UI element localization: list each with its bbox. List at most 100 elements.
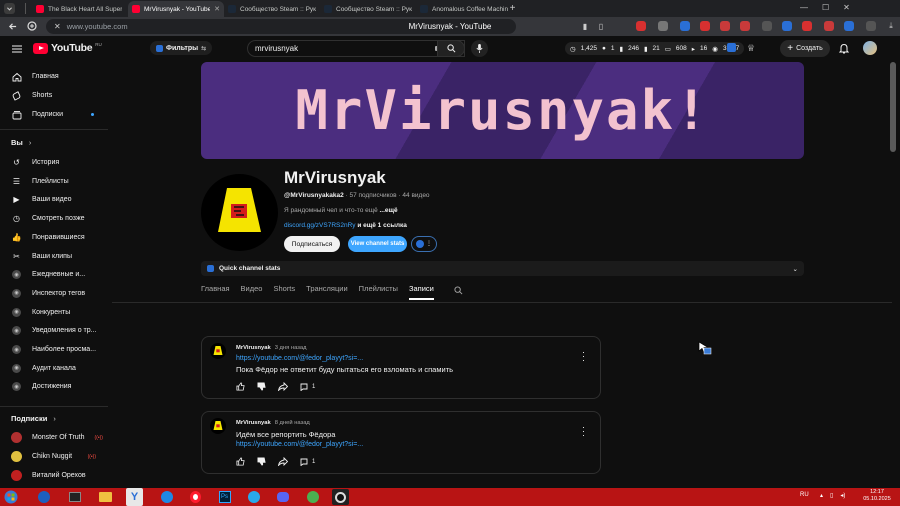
sidebar-item[interactable]: ◉ Аудит канала bbox=[0, 360, 108, 377]
channel-links[interactable]: discord.gg/zVS7RS2nRy и ещё 1 ссылка bbox=[284, 222, 407, 229]
close-tab-icon[interactable]: ✕ bbox=[214, 5, 220, 13]
sidebar-item[interactable]: ◉ Достижения bbox=[0, 378, 108, 395]
user-avatar[interactable] bbox=[863, 41, 877, 55]
post-link[interactable]: https://youtube.com/@fedor_playyt?si=... bbox=[236, 355, 363, 362]
browser-tab[interactable]: The Black Heart All Super bbox=[32, 1, 128, 17]
channel-link[interactable]: discord.gg/zVS7RS2nRy bbox=[284, 222, 356, 229]
sidebar-item-home[interactable]: Главная bbox=[0, 68, 108, 85]
media-player-icon[interactable] bbox=[35, 489, 52, 505]
extension-menu-button[interactable]: ⋮ bbox=[411, 236, 437, 252]
channel-tab[interactable]: Главная bbox=[201, 284, 230, 300]
utorrent-icon[interactable] bbox=[304, 489, 321, 505]
extension-icon[interactable] bbox=[740, 21, 750, 31]
browser-taskbar-icon[interactable]: Y bbox=[126, 488, 143, 506]
photoshop-icon[interactable]: Ps bbox=[216, 489, 233, 505]
edge-icon[interactable] bbox=[158, 489, 175, 505]
terminal-icon[interactable] bbox=[66, 489, 83, 505]
browser-tab[interactable]: Сообщество Steam :: Руко bbox=[320, 1, 416, 17]
share-icon[interactable] bbox=[278, 457, 288, 466]
sidebar-item-shorts[interactable]: Shorts bbox=[0, 87, 108, 104]
extension-icon[interactable] bbox=[658, 21, 668, 31]
extension-icon[interactable] bbox=[680, 21, 690, 31]
channel-tab[interactable]: Видео bbox=[241, 284, 263, 300]
sidebar-item[interactable]: ◉ Инспектор тегов bbox=[0, 285, 108, 302]
telegram-icon[interactable] bbox=[245, 489, 262, 505]
sidebar-item[interactable]: 👍 Понравившиеся bbox=[0, 229, 108, 246]
subscription-item[interactable]: Chikn Nuggit ((•)) bbox=[0, 448, 108, 465]
start-button[interactable] bbox=[2, 489, 19, 505]
subscription-item[interactable]: Виталий Орехов bbox=[0, 467, 108, 484]
extension-icon[interactable] bbox=[782, 21, 792, 31]
tray-expand-icon[interactable]: ▴ bbox=[820, 492, 823, 499]
browser-tab[interactable]: Anomalous Coffee Machine bbox=[416, 1, 512, 17]
volume-icon[interactable]: ◂) bbox=[840, 492, 845, 499]
you-section-header[interactable]: Вы › bbox=[11, 138, 31, 147]
filters-button[interactable]: Фильтры ⇆ bbox=[150, 41, 213, 55]
trophy-icon[interactable]: ♕ bbox=[746, 43, 756, 53]
subscriptions-section-header[interactable]: Подписки › bbox=[11, 414, 56, 423]
channel-tab[interactable]: Трансляции bbox=[306, 284, 348, 300]
extension-icon[interactable] bbox=[802, 21, 812, 31]
post-author[interactable]: MrVirusnyak bbox=[236, 420, 271, 426]
dislike-icon[interactable] bbox=[257, 382, 266, 391]
channel-avatar[interactable] bbox=[201, 174, 278, 251]
channel-tab[interactable]: Плейлисты bbox=[359, 284, 398, 300]
share-icon[interactable] bbox=[278, 382, 288, 391]
post-menu-icon[interactable]: · · · bbox=[582, 423, 586, 440]
comments-button[interactable]: 1 bbox=[300, 458, 315, 466]
extension-icon[interactable] bbox=[762, 21, 772, 31]
post-author-avatar[interactable] bbox=[210, 418, 226, 434]
post-menu-icon[interactable]: · · · bbox=[582, 348, 586, 365]
quick-channel-stats-bar[interactable]: Quick channel stats ⌄ bbox=[201, 261, 804, 276]
extension-icon[interactable] bbox=[824, 21, 834, 31]
sidebar-item[interactable]: ▶ Ваши видео bbox=[0, 191, 108, 208]
browser-tab[interactable]: Сообщество Steam :: Руко bbox=[224, 1, 320, 17]
bookmarks-list-icon[interactable]: ▯ bbox=[596, 21, 606, 31]
extension-icon[interactable] bbox=[700, 21, 710, 31]
sidebar-item[interactable]: ↺ История bbox=[0, 154, 108, 171]
view-channel-stats-button[interactable]: View channel stats bbox=[348, 236, 407, 252]
extension-icon[interactable] bbox=[727, 43, 736, 52]
post-author-avatar[interactable] bbox=[210, 343, 226, 359]
browser-tab[interactable]: MrVirusnyak - YouTube ✕ bbox=[128, 1, 224, 17]
channel-tab[interactable]: Shorts bbox=[273, 284, 295, 300]
menu-icon[interactable] bbox=[11, 43, 22, 54]
page-scrollbar[interactable] bbox=[890, 62, 896, 152]
sidebar-item-subscriptions[interactable]: Подписки bbox=[0, 106, 108, 123]
bookmark-icon[interactable]: ▮ bbox=[580, 21, 590, 31]
file-explorer-icon[interactable] bbox=[97, 489, 114, 505]
new-tab-button[interactable]: + bbox=[507, 3, 518, 14]
post-date[interactable]: 3 дня назад bbox=[275, 345, 307, 351]
sidebar-item[interactable]: ◉ Конкуренты bbox=[0, 304, 108, 321]
post-link[interactable]: https://youtube.com/@fedor_playyt?si=... bbox=[236, 441, 363, 448]
network-icon[interactable]: ▯ bbox=[830, 492, 833, 499]
more-links[interactable]: и ещё 1 ссылка bbox=[356, 222, 407, 229]
voice-search-button[interactable] bbox=[471, 40, 488, 57]
tab-actions-icon[interactable] bbox=[4, 3, 15, 14]
stats-extension-bar[interactable]: ◷1,425 ●1 ▮246 ▮21 ▭608 ▸16 ◉3,387 bbox=[565, 42, 745, 55]
sidebar-item[interactable]: ◉ Уведомления о тр... bbox=[0, 322, 108, 339]
obs-icon[interactable] bbox=[332, 489, 349, 505]
notifications-bell-icon[interactable] bbox=[838, 42, 849, 54]
sidebar-item[interactable]: ✂ Ваши клипы bbox=[0, 248, 108, 265]
like-icon[interactable] bbox=[236, 457, 245, 466]
extension-icon[interactable] bbox=[866, 21, 876, 31]
language-indicator[interactable]: RU bbox=[800, 492, 809, 498]
opera-icon[interactable] bbox=[187, 489, 204, 505]
sidebar-item[interactable]: ◉ Ежедневные и... bbox=[0, 266, 108, 283]
post-date[interactable]: 8 дней назад bbox=[275, 420, 310, 426]
subscription-item[interactable]: Monster Of Truth ((•)) bbox=[0, 429, 108, 446]
create-button[interactable]: + Создать bbox=[780, 40, 830, 57]
close-window-button[interactable]: ✕ bbox=[843, 3, 850, 12]
search-button[interactable] bbox=[437, 40, 465, 57]
sidebar-item[interactable]: ☰ Плейлисты bbox=[0, 173, 108, 190]
subscribe-button[interactable]: Подписаться bbox=[284, 236, 340, 252]
channel-description[interactable]: Я рандомный чел и что-то ещё ...ещё bbox=[284, 207, 398, 214]
description-more-link[interactable]: ...ещё bbox=[380, 207, 398, 214]
channel-tab[interactable]: Записи bbox=[408, 284, 434, 300]
extension-icon[interactable] bbox=[844, 21, 854, 31]
downloads-icon[interactable]: ⤓ bbox=[886, 21, 896, 31]
extension-icon[interactable] bbox=[720, 21, 730, 31]
sidebar-item[interactable]: ◉ Наиболее просма... bbox=[0, 341, 108, 358]
search-input[interactable]: mrvirusnyak ✕ bbox=[247, 40, 465, 57]
